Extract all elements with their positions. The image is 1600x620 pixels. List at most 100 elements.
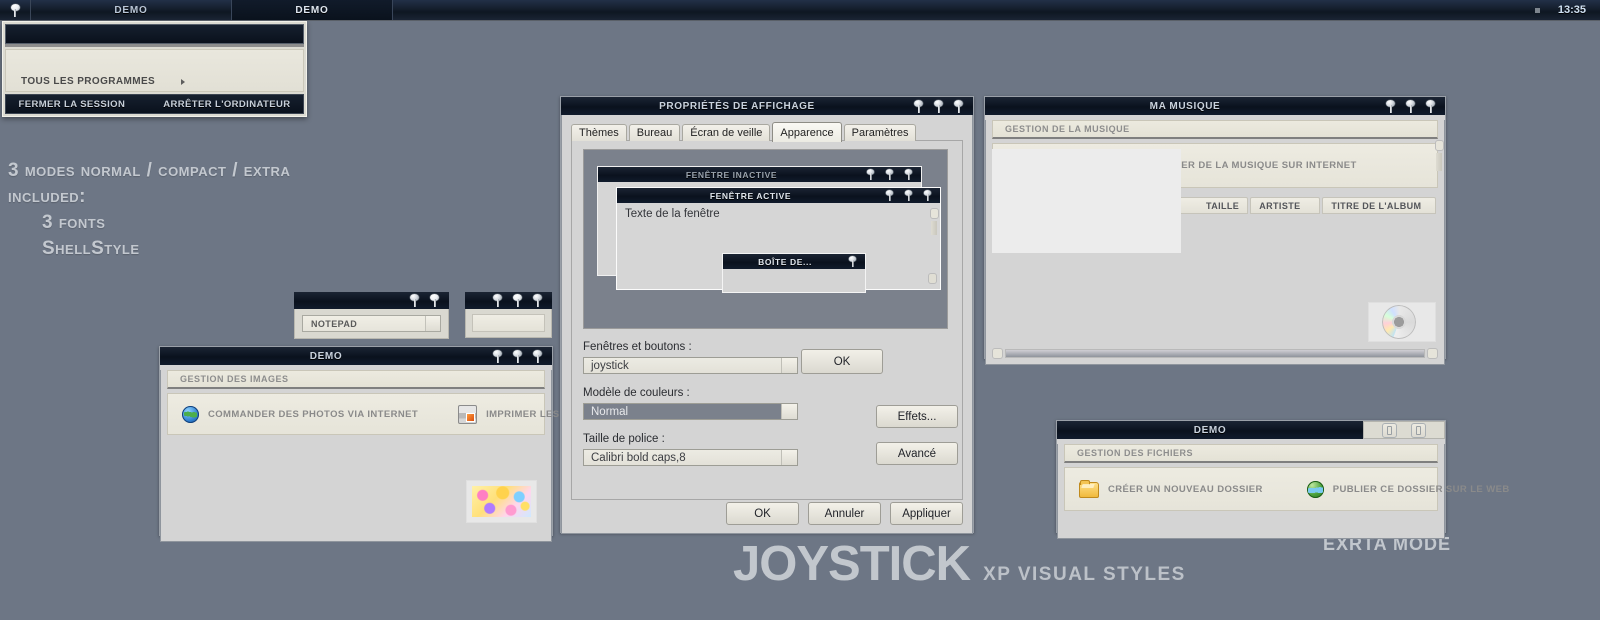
task-order-photos[interactable]: Commander des photos via Internet bbox=[182, 405, 418, 423]
empty-field[interactable] bbox=[472, 314, 545, 332]
cancel-button[interactable]: Annuler bbox=[808, 502, 881, 525]
tab-label: Apparence bbox=[780, 126, 834, 139]
display-properties-dialog[interactable]: Propriétés de Affichage Thèmes Bureau Éc… bbox=[560, 96, 974, 534]
chevron-down-icon[interactable] bbox=[781, 450, 797, 465]
vertical-scrollbar[interactable] bbox=[1435, 140, 1444, 171]
minimize-pin-icon[interactable] bbox=[492, 349, 503, 363]
ok-button[interactable]: OK bbox=[726, 502, 799, 525]
titlebar[interactable] bbox=[465, 292, 552, 309]
task-publish-folder-web[interactable]: Publier ce dossier sur le Web bbox=[1306, 480, 1510, 498]
close-pin-icon[interactable] bbox=[532, 349, 543, 363]
titlebar[interactable]: DEMO bbox=[1057, 421, 1445, 439]
titlebar[interactable]: DEMO bbox=[160, 347, 552, 365]
font-size-combobox[interactable]: Calibri bold caps,8 bbox=[583, 449, 798, 466]
start-menu-item-all-programs[interactable]: Tous les programmes bbox=[6, 76, 186, 87]
titlebar-text: Fenêtre inactive bbox=[685, 169, 778, 180]
windows-and-buttons-combobox[interactable]: joystick bbox=[583, 357, 798, 374]
tab-strip[interactable]: Thèmes Bureau Écran de veille Apparence … bbox=[571, 122, 963, 142]
taskbar-button-demo-1[interactable]: DEMO bbox=[31, 0, 231, 20]
start-menu[interactable]: Tous les programmes Fermer la session Ar… bbox=[2, 21, 307, 117]
log-off-button[interactable]: Fermer la session bbox=[19, 99, 126, 110]
scrollbar-right-button[interactable] bbox=[1427, 348, 1438, 359]
tab-desktop[interactable]: Bureau bbox=[628, 124, 681, 141]
caption-buttons[interactable] bbox=[492, 294, 552, 307]
combobox-demo-window-right[interactable] bbox=[465, 292, 552, 338]
maximize-button[interactable] bbox=[1411, 422, 1426, 438]
file-list-area[interactable] bbox=[992, 149, 1181, 253]
system-tray[interactable]: 13:35 bbox=[1534, 0, 1600, 20]
maximize-pin-icon[interactable] bbox=[512, 294, 523, 307]
button-label: Annuler bbox=[824, 507, 865, 520]
promo-line-4: ShellStyle bbox=[42, 238, 140, 259]
column-header-artiste[interactable]: Artiste bbox=[1250, 197, 1321, 214]
button-label: Appliquer bbox=[902, 507, 951, 520]
image-thumbnail[interactable] bbox=[466, 480, 537, 523]
task-label: Publier ce dossier sur le Web bbox=[1332, 483, 1510, 495]
maximize-pin-icon[interactable] bbox=[512, 349, 523, 363]
caption-buttons[interactable] bbox=[492, 349, 552, 363]
minimize-pin-icon[interactable] bbox=[409, 294, 420, 307]
maximize-pin-icon[interactable] bbox=[1405, 99, 1416, 113]
scrollbar-thumb[interactable] bbox=[1005, 349, 1425, 358]
tab-themes[interactable]: Thèmes bbox=[571, 124, 627, 141]
minimize-pin-icon[interactable] bbox=[913, 99, 924, 113]
task-create-new-folder[interactable]: Créer un nouveau dossier bbox=[1079, 480, 1263, 498]
close-pin-icon[interactable] bbox=[1425, 99, 1436, 113]
start-button[interactable] bbox=[0, 0, 30, 20]
minimize-pin-icon[interactable] bbox=[492, 294, 503, 307]
advanced-button[interactable]: Avancé bbox=[876, 442, 958, 465]
close-pin-icon[interactable] bbox=[953, 99, 964, 113]
caption-buttons bbox=[884, 189, 940, 202]
appearance-preview[interactable]: Fenêtre inactive Fenêtre active bbox=[583, 149, 948, 374]
shut-down-button[interactable]: Arrêter l'ordinateur bbox=[163, 99, 290, 110]
color-scheme-combobox[interactable]: Normal bbox=[583, 403, 798, 420]
tab-screensaver[interactable]: Écran de veille bbox=[682, 124, 771, 141]
clock-label: 13:35 bbox=[1557, 4, 1586, 16]
window-body: Gestion de la musique Lire tout Acheter … bbox=[985, 120, 1445, 365]
horizontal-scrollbar[interactable] bbox=[992, 348, 1438, 359]
tab-settings[interactable]: Paramètres bbox=[843, 124, 917, 141]
field-windows-and-buttons: Fenêtres et boutons : joystick bbox=[583, 341, 803, 374]
taskbar[interactable]: DEMO DEMO 13:35 bbox=[0, 0, 1600, 21]
caption-buttons[interactable] bbox=[1385, 99, 1445, 113]
images-window[interactable]: DEMO Gestion des images Commander des ph… bbox=[159, 346, 602, 542]
titlebar-text: Fenêtre active bbox=[709, 190, 792, 201]
titlebar[interactable] bbox=[294, 292, 449, 309]
field-label: Taille de police : bbox=[583, 433, 665, 445]
minimize-button[interactable] bbox=[1382, 422, 1397, 438]
task-label: Créer un nouveau dossier bbox=[1108, 483, 1263, 495]
chevron-down-icon[interactable] bbox=[425, 316, 440, 331]
window-body: Gestion des fichiers Créer un nouveau do… bbox=[1057, 444, 1509, 539]
minimize-pin-icon[interactable] bbox=[1385, 99, 1396, 113]
chevron-down-icon[interactable] bbox=[781, 358, 797, 373]
close-pin-icon bbox=[923, 189, 932, 202]
titlebar[interactable]: Ma musique bbox=[985, 97, 1445, 115]
tray-dot-icon[interactable] bbox=[1534, 7, 1540, 13]
column-label: Titre de l'album bbox=[1331, 200, 1422, 211]
scrollbar-left-button[interactable] bbox=[992, 348, 1003, 359]
field-label: Fenêtres et boutons : bbox=[583, 341, 692, 353]
combobox-demo-window-left[interactable]: Notepad bbox=[294, 292, 449, 339]
my-music-window[interactable]: Ma musique Gestion de la musique Lire to… bbox=[984, 96, 1446, 365]
caption-buttons[interactable] bbox=[1363, 421, 1445, 439]
taskbar-button-demo-2[interactable]: DEMO bbox=[231, 0, 393, 20]
apply-button[interactable]: Appliquer bbox=[890, 502, 963, 525]
tab-appearance[interactable]: Apparence bbox=[772, 122, 842, 142]
combobox-value: Normal bbox=[584, 404, 781, 419]
caption-buttons[interactable] bbox=[913, 99, 973, 113]
maximize-pin-icon[interactable] bbox=[933, 99, 944, 113]
scrollbar-up-button[interactable] bbox=[1435, 140, 1444, 151]
column-header-titre-album[interactable]: Titre de l'album bbox=[1322, 197, 1436, 214]
effects-button[interactable]: Effets... bbox=[876, 405, 958, 428]
cd-thumbnail[interactable] bbox=[1368, 302, 1436, 342]
close-pin-icon[interactable] bbox=[532, 294, 543, 307]
files-window[interactable]: DEMO Gestion des fichiers Créer un nouve… bbox=[1056, 420, 1509, 539]
column-header-taille[interactable]: Taille bbox=[1176, 197, 1249, 214]
scrollbar-thumb[interactable] bbox=[1436, 153, 1442, 171]
chevron-down-icon[interactable] bbox=[781, 404, 797, 419]
notepad-combobox[interactable]: Notepad bbox=[302, 315, 441, 332]
titlebar[interactable]: Propriétés de Affichage bbox=[561, 97, 973, 115]
task-band-label: Gestion des images bbox=[180, 374, 289, 384]
close-pin-icon[interactable] bbox=[429, 294, 440, 307]
caption-buttons[interactable] bbox=[409, 294, 449, 307]
